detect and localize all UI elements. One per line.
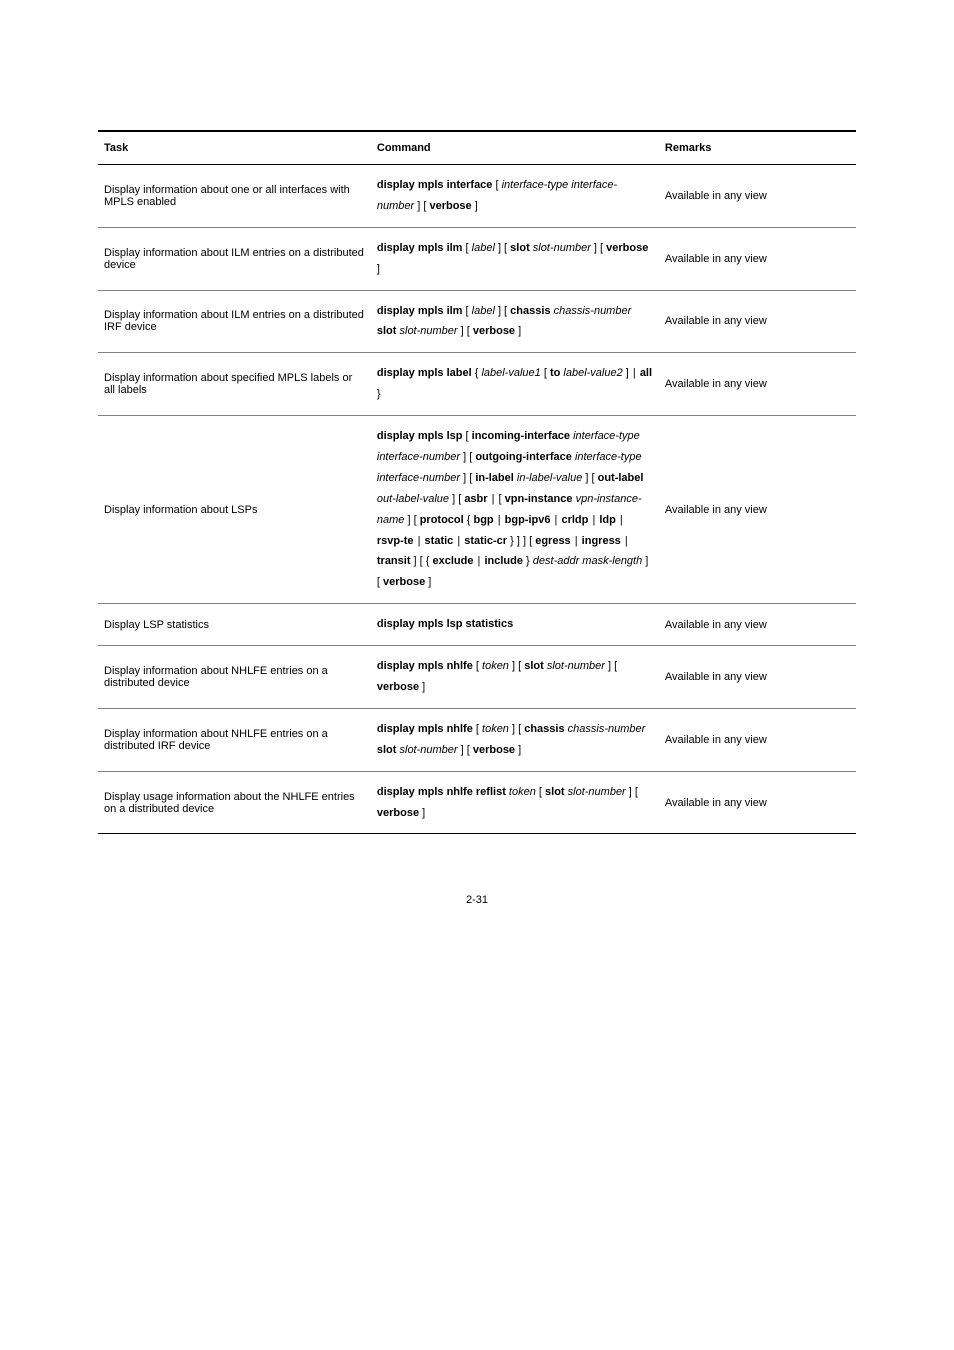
col-header-command: Command xyxy=(371,131,659,165)
remarks-cell: Available in any view xyxy=(659,771,856,834)
task-cell: Display information about LSPs xyxy=(98,416,371,604)
task-cell: Display information about NHLFE entries … xyxy=(98,646,371,709)
command-cell: display mpls nhlfe [ token ] [ chassis c… xyxy=(371,708,659,771)
remarks-cell: Available in any view xyxy=(659,227,856,290)
command-table: Task Command Remarks Display information… xyxy=(98,130,856,834)
command-cell: display mpls ilm [ label ] [ chassis cha… xyxy=(371,290,659,353)
table-row: Display information about LSPsdisplay mp… xyxy=(98,416,856,604)
remarks-cell: Available in any view xyxy=(659,604,856,646)
command-cell: display mpls nhlfe [ token ] [ slot slot… xyxy=(371,646,659,709)
table-row: Display information about one or all int… xyxy=(98,165,856,228)
command-cell: display mpls lsp statistics xyxy=(371,604,659,646)
table-row: Display information about specified MPLS… xyxy=(98,353,856,416)
task-cell: Display information about one or all int… xyxy=(98,165,371,228)
task-cell: Display information about ILM entries on… xyxy=(98,227,371,290)
remarks-cell: Available in any view xyxy=(659,353,856,416)
table-row: Display LSP statisticsdisplay mpls lsp s… xyxy=(98,604,856,646)
task-cell: Display LSP statistics xyxy=(98,604,371,646)
table-row: Display information about NHLFE entries … xyxy=(98,646,856,709)
remarks-cell: Available in any view xyxy=(659,416,856,604)
table-row: Display information about NHLFE entries … xyxy=(98,708,856,771)
command-cell: display mpls ilm [ label ] [ slot slot-n… xyxy=(371,227,659,290)
table-row: Display usage information about the NHLF… xyxy=(98,771,856,834)
task-cell: Display usage information about the NHLF… xyxy=(98,771,371,834)
table-row: Display information about ILM entries on… xyxy=(98,227,856,290)
command-cell: display mpls interface [ interface-type … xyxy=(371,165,659,228)
task-cell: Display information about specified MPLS… xyxy=(98,353,371,416)
command-cell: display mpls label { label-value1 [ to l… xyxy=(371,353,659,416)
page-number: 2-31 xyxy=(98,894,856,906)
remarks-cell: Available in any view xyxy=(659,646,856,709)
task-cell: Display information about ILM entries on… xyxy=(98,290,371,353)
table-row: Display information about ILM entries on… xyxy=(98,290,856,353)
col-header-task: Task xyxy=(98,131,371,165)
remarks-cell: Available in any view xyxy=(659,290,856,353)
command-cell: display mpls lsp [ incoming-interface in… xyxy=(371,416,659,604)
task-cell: Display information about NHLFE entries … xyxy=(98,708,371,771)
remarks-cell: Available in any view xyxy=(659,165,856,228)
col-header-remarks: Remarks xyxy=(659,131,856,165)
remarks-cell: Available in any view xyxy=(659,708,856,771)
command-cell: display mpls nhlfe reflist token [ slot … xyxy=(371,771,659,834)
